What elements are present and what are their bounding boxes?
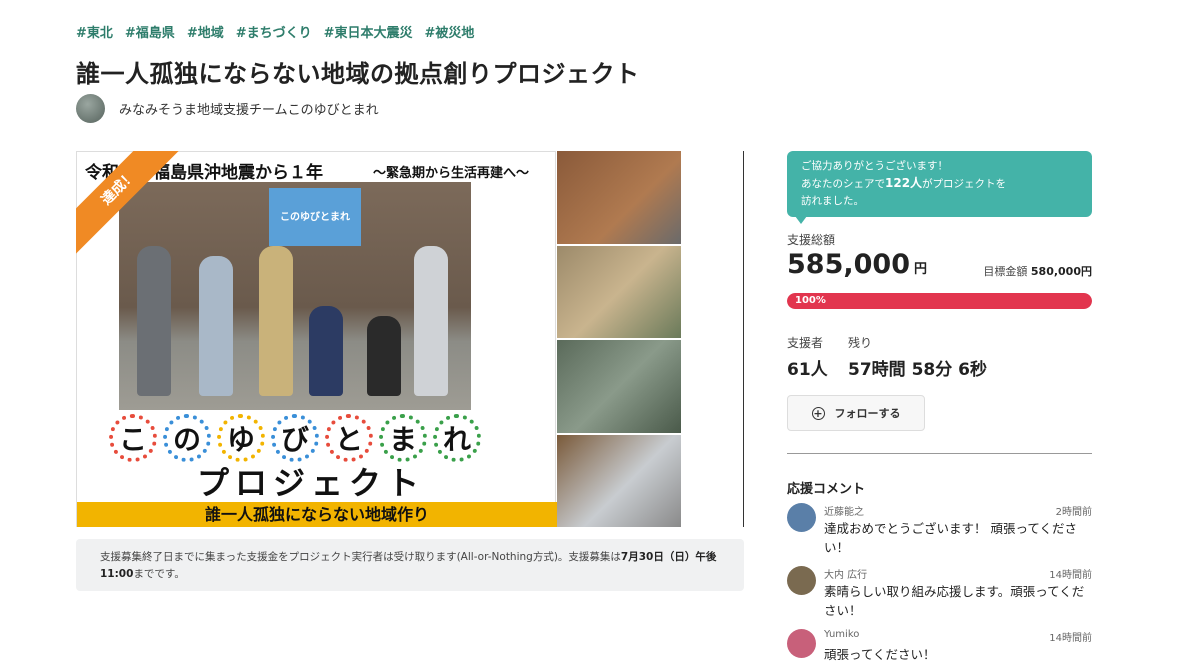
divider xyxy=(787,453,1092,454)
commenter-name[interactable]: 大内 広行 xyxy=(824,566,867,581)
page-title: 誰一人孤独にならない地域の拠点創りプロジェクト xyxy=(76,60,640,88)
logo-char: ま xyxy=(379,414,427,462)
project-hero-image: このゆびとまれ 令和 福島県沖地震から１年 ～緊急期から生活再建へ～ このゆびと… xyxy=(76,151,744,527)
remaining-label: 残り xyxy=(848,336,873,350)
notice-text: 支援募集終了日までに集まった支援金をプロジェクト実行者は受け取ります(All-o… xyxy=(100,551,621,563)
tag-list: #東北 #福島県 #地域 #まちづくり #東日本大震災 #被災地 xyxy=(76,22,474,41)
side-photo xyxy=(557,245,681,338)
logo-char: び xyxy=(271,414,319,462)
remaining-value: 57時間 58分 6秒 xyxy=(848,360,987,380)
hero-band: 誰一人孤独にならない地域作り xyxy=(77,502,557,527)
share-line-2: あなたのシェアで122人がプロジェクトを xyxy=(801,176,1007,190)
supporters-value: 61人 xyxy=(787,360,828,380)
progress-fill: 100% xyxy=(787,293,1092,309)
plus-circle-icon: + xyxy=(811,406,825,420)
commenter-name[interactable]: Yumiko xyxy=(824,629,859,640)
person-figure xyxy=(137,246,171,396)
owner-name[interactable]: みなみそうま地域支援チームこのゆびとまれ xyxy=(119,99,379,118)
logo-char: と xyxy=(325,414,373,462)
comment-text: 頑張ってください！ xyxy=(824,647,936,662)
side-photo xyxy=(557,434,681,527)
comment-time: 14時間前 xyxy=(1049,633,1092,644)
commenter-name[interactable]: 近藤能之 xyxy=(824,503,864,518)
tag-link[interactable]: #まちづくり xyxy=(236,22,312,41)
group-photo: このゆびとまれ xyxy=(119,182,471,410)
commenter-avatar[interactable] xyxy=(787,629,816,658)
person-figure xyxy=(414,246,448,396)
team-sign: このゆびとまれ xyxy=(269,188,361,246)
comment-time: 2時間前 xyxy=(1055,507,1092,518)
tag-link[interactable]: #東日本大震災 xyxy=(324,22,413,41)
side-photo xyxy=(557,151,681,244)
comments-title: 応援コメント xyxy=(787,482,866,497)
share-line-3: 訪れました。 xyxy=(801,195,864,207)
logo-char: ゆ xyxy=(217,414,265,462)
comment-time: 14時間前 xyxy=(1049,570,1092,581)
share-message: ご協力ありがとうございます！ あなたのシェアで122人がプロジェクトを 訪れまし… xyxy=(787,151,1092,224)
comment-text: 素晴らしい取り組み応援します。頑張ってください！ xyxy=(824,584,1085,618)
comment-text: 達成おめでとうございます！ 頑張ってください！ xyxy=(824,521,1077,555)
follow-button[interactable]: + フォローする xyxy=(787,395,925,431)
side-photo xyxy=(557,340,681,433)
commenter-avatar[interactable] xyxy=(787,566,816,595)
hero-project-word: プロジェクト xyxy=(197,464,426,502)
follow-label: フォローする xyxy=(834,407,901,420)
logo-char: こ xyxy=(109,414,157,462)
person-figure xyxy=(259,246,293,396)
logo-char: れ xyxy=(433,414,481,462)
tag-link[interactable]: #福島県 xyxy=(125,22,175,41)
hero-subheading: ～緊急期から生活再建へ～ xyxy=(373,166,530,181)
person-figure xyxy=(367,316,401,396)
person-figure xyxy=(199,256,233,396)
goal-amount: 目標金額 580,000円 xyxy=(983,265,1092,278)
notice-text-end: までです。 xyxy=(133,568,185,580)
progress-bar: 100% xyxy=(787,293,1092,309)
owner-avatar[interactable] xyxy=(76,94,105,123)
logo-char: の xyxy=(163,414,211,462)
project-owner[interactable]: みなみそうま地域支援チームこのゆびとまれ xyxy=(76,94,379,123)
person-figure xyxy=(309,306,343,396)
funding-notice: 支援募集終了日までに集まった支援金をプロジェクト実行者は受け取ります(All-o… xyxy=(76,539,744,591)
commenter-avatar[interactable] xyxy=(787,503,816,532)
hero-side-photos xyxy=(557,151,681,527)
total-amount: 585,000 円 xyxy=(787,249,927,280)
total-label: 支援総額 xyxy=(787,233,836,247)
supporters-stat: 支援者 61人 xyxy=(787,334,828,380)
hero-main-image: このゆびとまれ 令和 福島県沖地震から１年 ～緊急期から生活再建へ～ このゆびと… xyxy=(76,151,557,527)
remaining-stat: 残り 57時間 58分 6秒 xyxy=(848,334,987,380)
share-count: 122人 xyxy=(885,176,923,190)
hero-logo: このゆびとまれ xyxy=(109,414,481,462)
tag-link[interactable]: #地域 xyxy=(187,22,224,41)
tag-link[interactable]: #東北 xyxy=(76,22,113,41)
share-line-1: ご協力ありがとうございます！ xyxy=(801,160,948,172)
supporters-label: 支援者 xyxy=(787,336,824,350)
tag-link[interactable]: #被災地 xyxy=(425,22,475,41)
